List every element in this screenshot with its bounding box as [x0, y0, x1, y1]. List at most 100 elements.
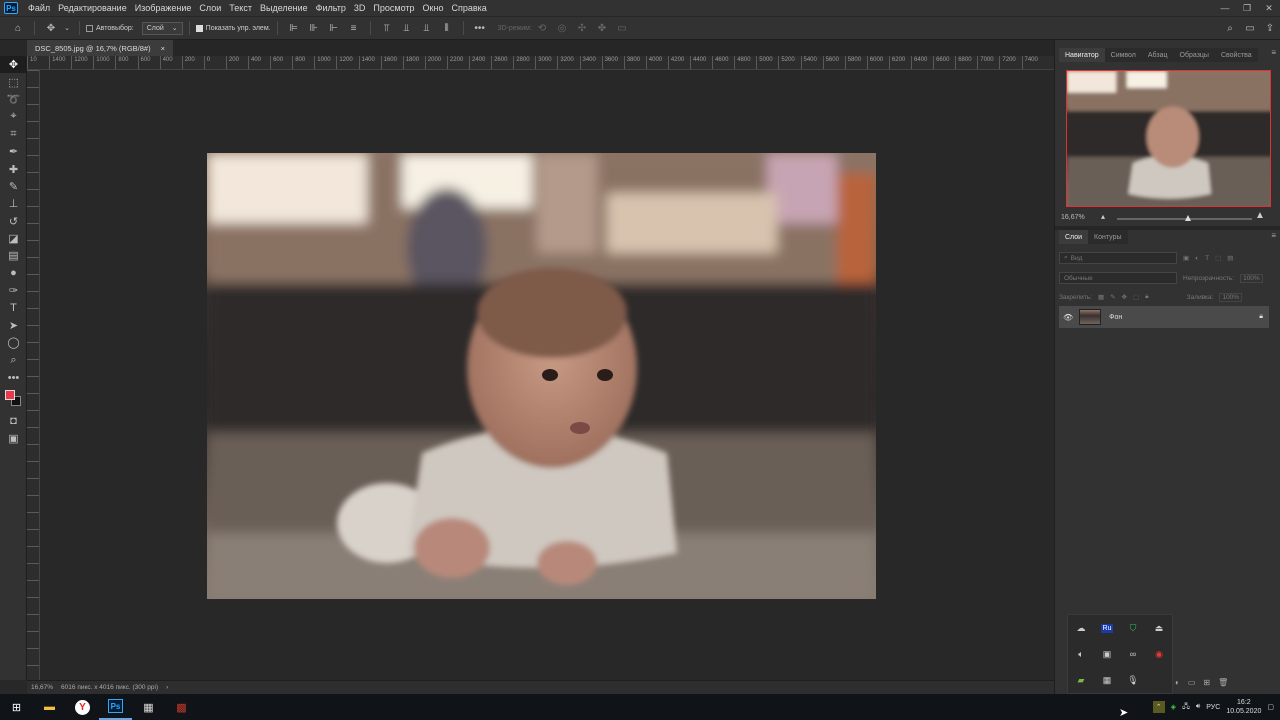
- more-options-icon[interactable]: •••: [472, 20, 488, 36]
- new-fill-layer-icon[interactable]: ◐: [1175, 678, 1180, 687]
- align-top-icon[interactable]: ⫪: [379, 20, 395, 36]
- lock-artboard-icon[interactable]: ⬚: [1133, 293, 1139, 301]
- lock-all-icon[interactable]: 🔒︎: [1145, 293, 1148, 301]
- minimize-icon[interactable]: —: [1214, 0, 1236, 16]
- language-indicator[interactable]: РУС: [1206, 704, 1220, 711]
- menu-filter[interactable]: Фильтр: [312, 3, 350, 13]
- share-icon[interactable]: ⇪: [1262, 20, 1278, 36]
- menu-select[interactable]: Выделение: [256, 3, 312, 13]
- network-icon[interactable]: 🖧︎: [1182, 702, 1190, 713]
- restore-icon[interactable]: ❐: [1236, 0, 1258, 16]
- show-controls-checkbox[interactable]: [195, 24, 203, 32]
- opacity-field[interactable]: 100%: [1240, 273, 1263, 283]
- tab-navigator[interactable]: Навигатор: [1059, 48, 1105, 62]
- pen-tool-icon[interactable]: ✑: [0, 282, 27, 299]
- slider-knob[interactable]: [1184, 215, 1191, 221]
- volume-icon[interactable]: 🔊︎: [1196, 703, 1200, 711]
- clone-stamp-tool-icon[interactable]: ⊥: [0, 195, 27, 212]
- dodge-tool-icon[interactable]: ●: [0, 265, 27, 282]
- layer-name[interactable]: Фон: [1109, 314, 1122, 321]
- blend-mode-select[interactable]: Обычные: [1059, 272, 1177, 284]
- tray-cloud-icon[interactable]: ☁: [1077, 623, 1086, 634]
- distribute-vertical-icon[interactable]: ⦀: [439, 20, 455, 36]
- notifications-icon[interactable]: ▢: [1267, 703, 1274, 711]
- fill-field[interactable]: 100%: [1219, 292, 1243, 302]
- tab-properties[interactable]: Свойства: [1214, 48, 1258, 62]
- tab-paths[interactable]: Контуры: [1088, 230, 1128, 244]
- lock-image-icon[interactable]: ✎: [1110, 293, 1115, 301]
- tray-nvidia-icon[interactable]: ▰: [1078, 675, 1085, 686]
- path-select-tool-icon[interactable]: ➤: [0, 317, 27, 334]
- eye-icon[interactable]: 👁︎: [1063, 313, 1073, 322]
- move-tool-icon[interactable]: ✥: [0, 56, 27, 74]
- lasso-tool-icon[interactable]: ➰: [0, 91, 27, 108]
- tab-layers[interactable]: Слои: [1059, 230, 1089, 244]
- screen-mode-icon[interactable]: ▣: [0, 430, 27, 447]
- menu-3d[interactable]: 3D: [350, 3, 370, 13]
- close-icon[interactable]: ✕: [1258, 0, 1280, 16]
- gradient-tool-icon[interactable]: ▤: [0, 247, 27, 264]
- align-left-icon[interactable]: ⊫: [286, 20, 302, 36]
- align-middle-icon[interactable]: ⫫: [399, 20, 415, 36]
- tray-volume-icon[interactable]: 🔈︎: [1078, 649, 1083, 660]
- tray-record-icon[interactable]: ◉: [1155, 649, 1163, 660]
- quick-select-tool-icon[interactable]: ⌖: [0, 108, 27, 125]
- menu-type[interactable]: Текст: [225, 3, 256, 13]
- more-tools-icon[interactable]: •••: [0, 369, 27, 386]
- eyedropper-tool-icon[interactable]: ✒: [0, 143, 27, 160]
- menu-layers[interactable]: Слои: [195, 3, 225, 13]
- zoom-out-icon[interactable]: ▴: [1101, 212, 1105, 221]
- tab-swatches[interactable]: Образцы: [1173, 48, 1215, 62]
- menu-image[interactable]: Изображение: [131, 3, 196, 13]
- tray-link-icon[interactable]: ∞: [1130, 649, 1136, 659]
- layer-row-background[interactable]: 👁︎ Фон 🔒︎: [1059, 306, 1269, 328]
- search-icon[interactable]: ⌕: [1222, 20, 1238, 36]
- tray-app-icon[interactable]: ▦: [1103, 675, 1112, 686]
- autoselect-checkbox[interactable]: [86, 24, 93, 32]
- filter-pixel-icon[interactable]: ▣: [1183, 254, 1189, 262]
- foreground-color-swatch[interactable]: [5, 390, 15, 401]
- distribute-icon[interactable]: ≡: [346, 20, 362, 36]
- eraser-tool-icon[interactable]: ◪: [0, 230, 27, 247]
- new-group-icon[interactable]: ▭: [1188, 678, 1196, 687]
- layers-menu-icon[interactable]: ≡: [1271, 231, 1276, 240]
- menu-help[interactable]: Справка: [447, 3, 490, 13]
- document-image[interactable]: [207, 153, 876, 599]
- zoom-in-icon[interactable]: ▲: [1255, 210, 1265, 221]
- status-menu-arrow[interactable]: ›: [162, 684, 172, 691]
- filter-shape-icon[interactable]: ⬚: [1215, 254, 1221, 262]
- type-tool-icon[interactable]: T: [0, 299, 27, 316]
- tray-mic-icon[interactable]: 🎙︎: [1127, 675, 1138, 686]
- quick-mask-icon[interactable]: ◘: [0, 412, 27, 429]
- move-tool-icon[interactable]: ✥: [43, 20, 59, 36]
- marquee-tool-icon[interactable]: ⬚: [0, 73, 27, 90]
- brush-tool-icon[interactable]: ✎: [0, 178, 27, 195]
- windows-start-icon[interactable]: ⊞: [0, 694, 33, 720]
- file-explorer-icon[interactable]: ▬: [33, 694, 66, 720]
- layer-filter-select[interactable]: ⌕ Вид: [1059, 252, 1177, 264]
- navigator-zoom-slider[interactable]: [1117, 215, 1252, 221]
- document-tab[interactable]: DSC_8505.jpg @ 16,7% (RGB/8#) ×: [27, 40, 173, 56]
- filter-type-icon[interactable]: T: [1205, 255, 1209, 262]
- lock-position-icon[interactable]: ✥: [1122, 293, 1127, 301]
- crop-tool-icon[interactable]: ⌗: [0, 126, 27, 143]
- navigator-zoom-value[interactable]: 16,67%: [1061, 214, 1085, 221]
- panel-menu-icon[interactable]: ≡: [1271, 48, 1276, 57]
- align-right-icon[interactable]: ⊩: [326, 20, 342, 36]
- zoom-tool-icon[interactable]: ⌕: [0, 352, 27, 369]
- ellipse-tool-icon[interactable]: ◯: [0, 334, 27, 351]
- winrar-icon[interactable]: ▩: [165, 694, 198, 720]
- navigator-thumbnail[interactable]: [1066, 70, 1271, 207]
- home-icon[interactable]: ⌂: [10, 20, 26, 36]
- menu-view[interactable]: Просмотр: [369, 3, 418, 13]
- clock[interactable]: 16:2 10.05.2020: [1226, 698, 1261, 716]
- yandex-browser-icon[interactable]: Y: [66, 694, 99, 720]
- menu-file[interactable]: Файл: [24, 3, 54, 13]
- chevron-down-icon[interactable]: ⌄: [63, 20, 71, 36]
- delete-layer-icon[interactable]: 🗑︎: [1218, 678, 1228, 687]
- align-center-icon[interactable]: ⊪: [306, 20, 322, 36]
- tab-paragraph[interactable]: Абзац: [1141, 48, 1174, 62]
- show-hidden-icons-icon[interactable]: ⌃: [1152, 701, 1165, 713]
- close-tab-icon[interactable]: ×: [161, 44, 165, 53]
- history-brush-tool-icon[interactable]: ↺: [0, 213, 27, 230]
